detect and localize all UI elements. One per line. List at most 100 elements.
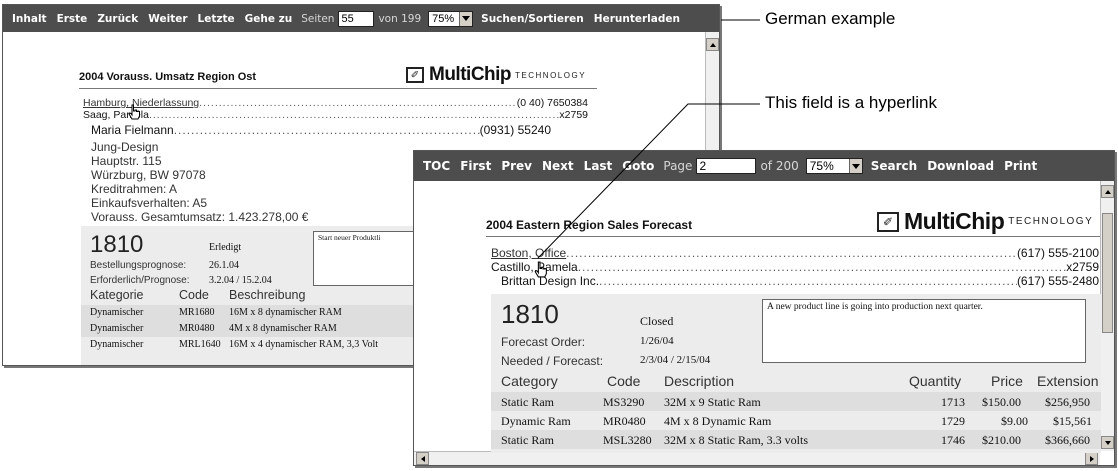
goto-button[interactable]: Gehe zu <box>240 13 298 25</box>
goto-button[interactable]: Goto <box>617 159 659 173</box>
zoom-select[interactable]: 75% <box>805 158 863 174</box>
needed-label: Erforderlich/Prognose: <box>90 275 190 286</box>
office-phone: (0 40) 7650384 <box>516 97 588 109</box>
row-category: Static Ram <box>501 395 554 409</box>
needed-dates: 2/3/04 / 2/15/04 <box>640 354 711 366</box>
search-sort-button[interactable]: Suchen/Sortieren <box>476 13 589 25</box>
forecast-number: 1810 <box>90 231 144 258</box>
scroll-left-icon[interactable] <box>416 452 429 465</box>
needed-dates: 3.2.04 / 15.2.04 <box>209 275 272 286</box>
table-row: Static Ram MS3290 32M x 9 Static Ram 171… <box>491 392 1101 411</box>
last-button[interactable]: Last <box>579 159 618 173</box>
scroll-up-icon[interactable] <box>706 38 719 51</box>
vertical-scrollbar[interactable] <box>1100 181 1114 451</box>
download-button[interactable]: Herunterladen <box>589 13 685 25</box>
chevron-down-icon[interactable] <box>848 159 862 173</box>
leader-dots <box>199 97 517 109</box>
row-price: $9.00 <box>1001 414 1028 428</box>
customer-phone: (617) 555-2480 <box>1016 274 1099 288</box>
customer-row: Maria Fielmann (0931) 55240 <box>91 123 551 137</box>
company-logo: ✐ MultiChip TECHNOLOGY <box>877 208 1093 235</box>
next-button[interactable]: Next <box>537 159 579 173</box>
office-row: Boston, Office (617) 555-2100 <box>491 246 1099 260</box>
row-code: MR1680 <box>179 307 215 318</box>
page-label: Page <box>663 159 693 173</box>
chevron-down-icon[interactable] <box>459 11 473 26</box>
row-quantity: 1713 <box>941 395 965 409</box>
rep-extension: x2759 <box>559 109 588 121</box>
english-report-window: TOC First Prev Next Last Goto Page of 20… <box>413 150 1115 466</box>
column-extension: Extension <box>1037 373 1099 389</box>
first-button[interactable]: Erste <box>52 13 93 25</box>
hand-pointer-icon <box>128 104 140 120</box>
last-button[interactable]: Letzte <box>193 13 240 25</box>
office-phone: (617) 555-2100 <box>1016 246 1099 260</box>
leader-dots <box>578 260 1067 274</box>
next-button[interactable]: Weiter <box>143 13 192 25</box>
column-code: Code <box>607 373 641 389</box>
german-example-label: German example <box>765 9 896 28</box>
english-report-page: 2004 Eastern Region Sales Forecast ✐ Mul… <box>414 181 1101 453</box>
toc-button[interactable]: Inhalt <box>7 13 52 25</box>
scroll-down-icon[interactable] <box>1101 436 1114 449</box>
page-input[interactable] <box>338 10 375 27</box>
credit-rating: Kreditrahmen: A <box>91 182 178 196</box>
prev-button[interactable]: Zurück <box>92 13 143 25</box>
print-button[interactable]: Print <box>999 159 1042 173</box>
scroll-right-icon[interactable] <box>1085 452 1098 465</box>
horizontal-scrollbar[interactable] <box>414 451 1100 465</box>
scroll-thumb[interactable] <box>1102 213 1113 333</box>
office-row: Hamburg, Niederlassung (0 40) 7650384 <box>83 97 588 109</box>
prev-button[interactable]: Prev <box>496 159 537 173</box>
office-link[interactable]: Boston, Office <box>491 246 566 260</box>
row-category: Dynamischer <box>90 339 144 350</box>
row-code: MR0480 <box>179 323 215 334</box>
row-description: 4M x 8 dynamischer RAM <box>229 323 337 334</box>
row-code: MS3290 <box>603 395 645 409</box>
office-link[interactable]: Hamburg, Niederlassung <box>83 97 199 109</box>
leader-dots <box>149 109 559 121</box>
row-description: 4M x 8 Dynamic Ram <box>664 414 772 428</box>
forecast-status: Erledigt <box>209 242 242 253</box>
row-price: $150.00 <box>982 395 1021 409</box>
row-quantity: 1729 <box>941 414 965 428</box>
toc-button[interactable]: TOC <box>418 159 455 173</box>
customer-name: Brittan Design Inc. <box>501 274 600 288</box>
forecast-status: Closed <box>640 314 674 328</box>
address-line-1: Jung-Design <box>91 140 159 154</box>
column-price: Price <box>991 373 1023 389</box>
row-quantity: 1746 <box>941 433 965 447</box>
zoom-select[interactable]: 75% <box>428 10 474 27</box>
order-date: 1/26/04 <box>640 335 674 347</box>
row-extension: $366,660 <box>1045 433 1090 447</box>
row-description: 16M x 8 dynamischer RAM <box>229 307 342 318</box>
column-description: Beschreibung <box>229 288 306 302</box>
comment-box: Start neuer Produktli <box>313 231 423 286</box>
rep-row: Castillo, Pamela x2759 <box>491 260 1099 274</box>
german-toolbar: Inhalt Erste Zurück Weiter Letzte Gehe z… <box>3 5 719 32</box>
logo-wordmark: MultiChip <box>904 208 1005 234</box>
order-label: Forecast Order: <box>501 335 586 349</box>
company-logo: ✐ MultiChip TECHNOLOGY <box>406 64 586 86</box>
row-category: Dynamischer <box>90 307 144 318</box>
search-button[interactable]: Search <box>866 159 922 173</box>
page-count-label: of 200 <box>760 159 799 173</box>
logo-wordmark: MultiChip <box>429 64 512 85</box>
scroll-up-icon[interactable] <box>1101 185 1114 198</box>
multichip-logo-icon: ✐ <box>877 211 899 232</box>
row-category: Dynamischer <box>90 323 144 334</box>
title-rule <box>79 88 597 89</box>
row-description: 32M x 9 Static Ram <box>664 395 761 409</box>
row-extension: $15,561 <box>1053 414 1092 428</box>
first-button[interactable]: First <box>455 159 496 173</box>
page-input[interactable] <box>696 158 757 174</box>
zoom-value: 75% <box>809 159 834 173</box>
leader-dots <box>566 246 1017 260</box>
report-title: 2004 Vorauss. Umsatz Region Ost <box>79 71 257 83</box>
row-extension: $256,950 <box>1045 395 1090 409</box>
logo-tagline: TECHNOLOGY <box>1008 216 1094 227</box>
download-button[interactable]: Download <box>922 159 999 173</box>
page-count-label: von 199 <box>378 12 422 25</box>
column-category: Kategorie <box>90 288 144 302</box>
rep-extension: x2759 <box>1066 260 1099 274</box>
